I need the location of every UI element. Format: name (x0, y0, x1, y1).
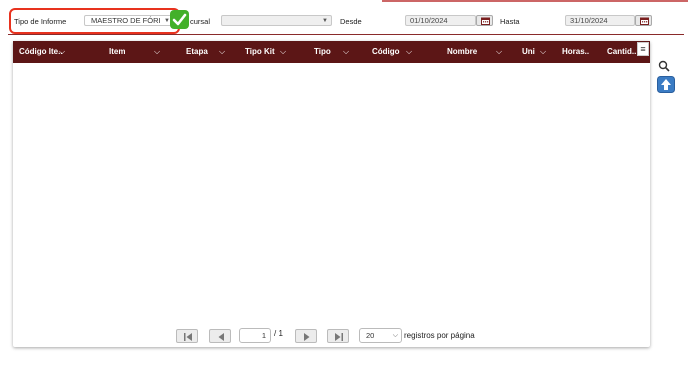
from-date-input[interactable]: 01/10/2024 (405, 15, 476, 26)
column-header-item[interactable]: Item (109, 41, 125, 63)
per-page-label: registros por página (404, 331, 475, 340)
branch-select[interactable]: ▼ (221, 15, 332, 26)
column-header-tipo[interactable]: Tipo (314, 41, 331, 63)
total-pages: / 1 (274, 329, 283, 338)
page-number-input[interactable]: 1 (239, 328, 271, 343)
chevron-down-icon[interactable]: ⌵ (219, 41, 225, 63)
checkmark-icon (170, 10, 189, 29)
chevron-down-icon: ▼ (322, 18, 328, 24)
chevron-down-icon: ⌵ (392, 332, 398, 339)
column-header-nombre[interactable]: Nombre (447, 41, 477, 63)
from-label: Desde (340, 17, 362, 26)
chevron-down-icon[interactable]: ⌵ (280, 41, 286, 63)
to-date-input[interactable]: 31/10/2024 (565, 15, 635, 26)
to-label: Hasta (500, 17, 520, 26)
grid-header: Código Ite.. ⌵ Item ⌵ Etapa ⌵ Tipo Kit ⌵… (13, 41, 650, 63)
chevron-down-icon[interactable]: ⌵ (59, 41, 65, 63)
column-header-tipo-kit[interactable]: Tipo Kit (245, 41, 275, 63)
previous-page-button[interactable] (209, 329, 231, 343)
chevron-down-icon[interactable]: ⌵ (540, 41, 546, 63)
column-header-etapa[interactable]: Etapa (186, 41, 208, 63)
search-icon[interactable] (658, 60, 670, 74)
branch-label: cursal (190, 17, 211, 26)
per-page-select[interactable]: 20 ⌵ (359, 328, 402, 343)
column-header-horas[interactable]: Horas.. (562, 41, 589, 63)
next-page-icon (304, 333, 310, 341)
calendar-icon (481, 17, 490, 25)
per-page-value: 20 (366, 331, 375, 340)
first-page-button[interactable] (176, 329, 198, 343)
filter-divider (8, 34, 684, 35)
hamburger-menu-icon[interactable]: ≡ (637, 42, 649, 56)
column-header-uni[interactable]: Uni (522, 41, 535, 63)
from-calendar-button[interactable] (476, 15, 493, 26)
top-accent-line (382, 0, 688, 2)
highlight-box (9, 8, 180, 34)
previous-page-icon (218, 333, 224, 341)
last-page-icon (335, 333, 343, 341)
column-header-codigo-item[interactable]: Código Ite.. (19, 41, 63, 63)
upload-icon[interactable] (657, 76, 675, 95)
column-header-cantidad[interactable]: Cantid.. (607, 41, 636, 63)
last-page-button[interactable] (327, 329, 349, 343)
chevron-down-icon[interactable]: ⌵ (343, 41, 349, 63)
calendar-icon (640, 17, 649, 25)
data-grid: Código Ite.. ⌵ Item ⌵ Etapa ⌵ Tipo Kit ⌵… (13, 41, 650, 347)
chevron-down-icon[interactable]: ⌵ (406, 41, 412, 63)
to-calendar-button[interactable] (635, 15, 652, 26)
first-page-icon (184, 333, 192, 341)
chevron-down-icon[interactable]: ⌵ (154, 41, 160, 63)
chevron-down-icon[interactable]: ⌵ (496, 41, 502, 63)
next-page-button[interactable] (295, 329, 317, 343)
column-header-codigo[interactable]: Código (372, 41, 400, 63)
